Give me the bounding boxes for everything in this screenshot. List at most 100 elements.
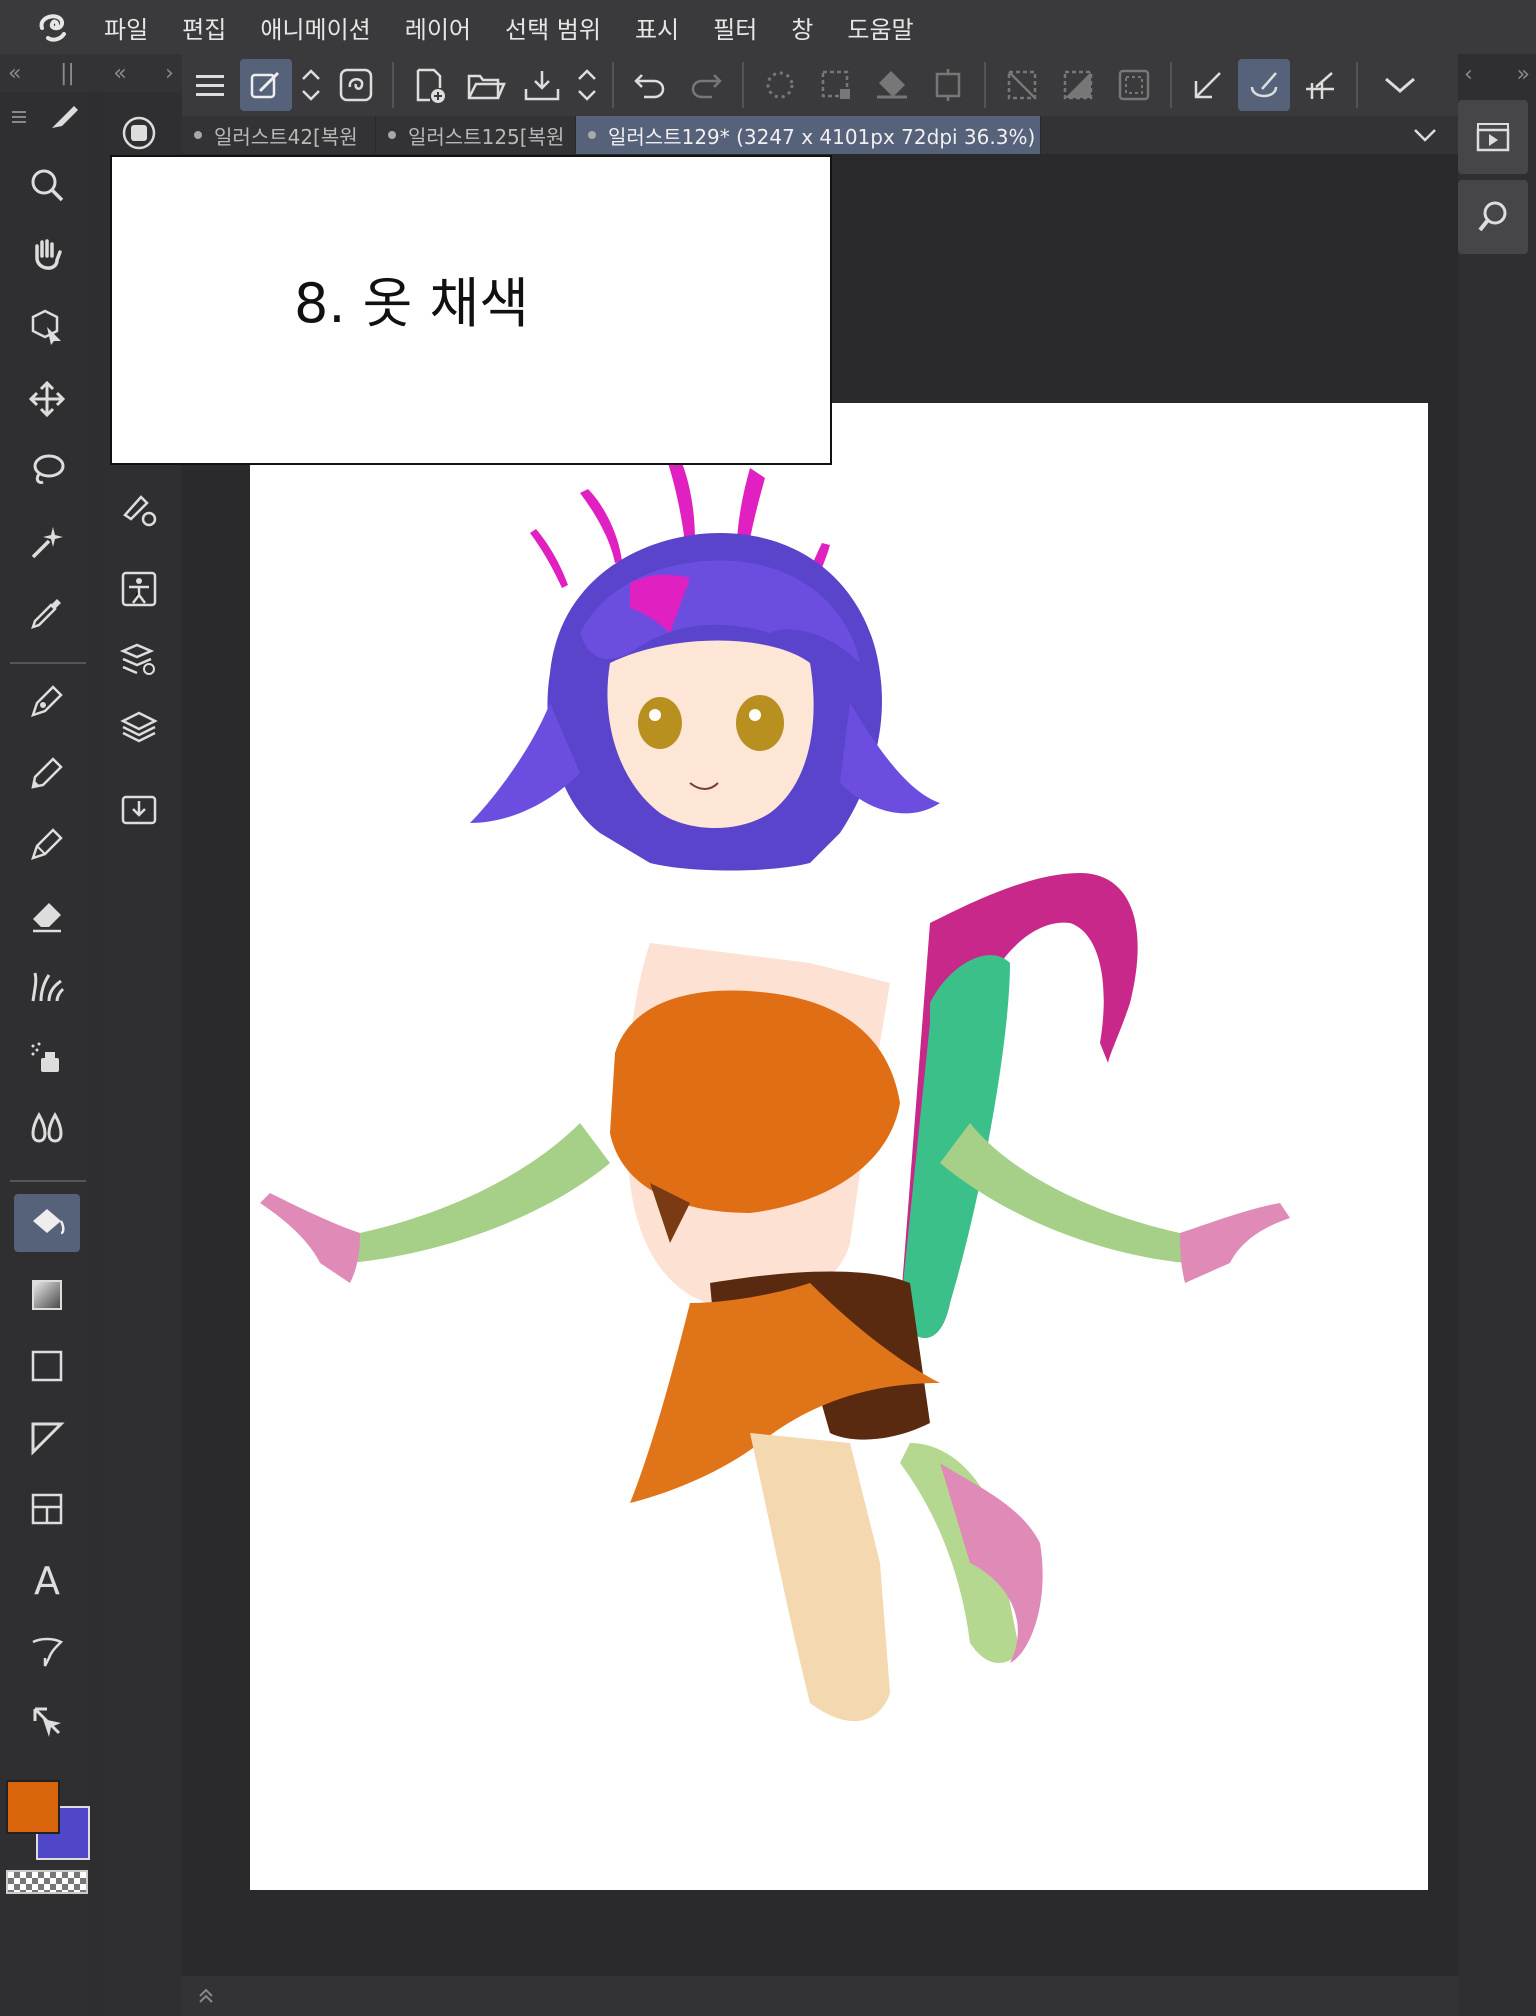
text-icon: A	[34, 1560, 60, 1600]
save-icon[interactable]	[516, 59, 568, 111]
navigator-icon	[122, 116, 156, 150]
tab-dot-icon	[194, 131, 202, 139]
text-tool[interactable]: A	[14, 1551, 80, 1609]
expand-icon[interactable]: ›	[165, 61, 174, 86]
expand-right-icon[interactable]: »	[1517, 62, 1530, 87]
clip-studio-icon[interactable]	[330, 59, 382, 111]
tab-dot-icon	[588, 131, 596, 139]
up-down-icon[interactable]	[296, 59, 326, 111]
move-layer-tool[interactable]	[14, 370, 80, 428]
material-button[interactable]	[110, 780, 168, 838]
chevron-left-icon[interactable]: ‹	[1464, 62, 1473, 87]
balloon-icon	[32, 1637, 64, 1667]
blend-icon	[31, 1111, 63, 1143]
menu-icon[interactable]	[10, 108, 30, 126]
fill-icon	[33, 1209, 65, 1235]
navigator-button[interactable]	[110, 104, 168, 162]
layer-search-button[interactable]	[110, 630, 168, 688]
open-icon[interactable]	[460, 59, 512, 111]
operation-tool[interactable]	[14, 298, 80, 356]
collapse-left-icon[interactable]: «	[8, 61, 21, 86]
canvas-paper[interactable]	[250, 403, 1428, 1890]
pen-tool[interactable]	[14, 672, 80, 730]
menu-selection[interactable]: 선택 범위	[505, 10, 601, 45]
undo-icon[interactable]	[624, 59, 676, 111]
gradient-icon	[32, 1280, 62, 1310]
navigator-panel-icon[interactable]	[1458, 180, 1528, 254]
blend-tool[interactable]	[14, 1100, 80, 1158]
eyedropper-tool[interactable]	[14, 584, 80, 642]
auto-select-tool[interactable]	[14, 512, 80, 570]
tab-list-chevron-icon[interactable]	[1412, 127, 1438, 143]
right-panel	[1458, 54, 1536, 2016]
fill-icon[interactable]	[866, 59, 918, 111]
caption-text: 8. 옷 채색	[294, 272, 529, 335]
timeline-icon[interactable]	[1458, 100, 1528, 174]
pen-icon	[31, 685, 63, 717]
tool-divider	[10, 1180, 86, 1182]
menu-help[interactable]: 도움말	[847, 10, 913, 45]
correct-line-tool[interactable]	[14, 1694, 80, 1752]
ruler-snap-icon[interactable]	[1182, 59, 1234, 111]
command-bar	[182, 54, 1458, 116]
figure-tool[interactable]	[14, 1337, 80, 1395]
eraser-tool[interactable]	[14, 886, 80, 944]
bottom-bar	[182, 1976, 1458, 2016]
caption-box: 8. 옷 채색	[110, 155, 832, 465]
decoration-tool[interactable]	[14, 958, 80, 1016]
grid-snap-icon[interactable]	[1294, 59, 1346, 111]
right-panel-header: ‹ »	[1458, 54, 1536, 94]
fill-tool[interactable]	[14, 1194, 80, 1252]
companion-icon[interactable]	[240, 59, 292, 111]
menu-layer[interactable]: 레이어	[405, 10, 471, 45]
up-down-icon[interactable]	[572, 59, 602, 111]
menu-view[interactable]: 표시	[635, 10, 679, 45]
new-file-icon[interactable]	[404, 59, 456, 111]
brush-tool[interactable]	[14, 815, 80, 873]
special-ruler-snap-icon[interactable]	[1238, 59, 1290, 111]
sub-tool-icon	[123, 495, 157, 527]
tab-illust125[interactable]: 일러스트125[복원	[376, 116, 576, 154]
lasso-tool[interactable]	[14, 441, 80, 499]
tool-divider	[10, 662, 86, 664]
eraser-icon	[33, 903, 61, 933]
menu-filter[interactable]: 필터	[713, 10, 757, 45]
invert-selection-icon[interactable]	[1052, 59, 1104, 111]
clear-selection-icon[interactable]	[996, 59, 1048, 111]
transparent-color-swatch[interactable]	[6, 1870, 88, 1894]
clip-studio-window: 파일 편집 애니메이션 레이어 선택 범위 표시 필터 창 도움말 « || «…	[0, 0, 1536, 2016]
hand-icon	[35, 239, 62, 270]
menu-window[interactable]: 창	[791, 10, 813, 45]
layer-button[interactable]	[110, 698, 168, 756]
main-color-swatch[interactable]	[6, 1780, 60, 1834]
pen-icon[interactable]	[48, 102, 82, 132]
redo-icon[interactable]	[680, 59, 732, 111]
frame-border-tool[interactable]	[14, 1480, 80, 1538]
selection-icon[interactable]	[810, 59, 862, 111]
airbrush-tool[interactable]	[14, 1029, 80, 1087]
balloon-tool[interactable]	[14, 1623, 80, 1681]
menu-file[interactable]: 파일	[104, 10, 148, 45]
menu-icon[interactable]	[184, 59, 236, 111]
more-icon[interactable]	[1374, 59, 1426, 111]
pencil-tool[interactable]	[14, 744, 80, 802]
illustration	[260, 443, 1290, 1722]
zoom-tool[interactable]	[14, 156, 80, 214]
collapse-sub-icon[interactable]: «	[113, 61, 126, 86]
decoration-icon	[31, 972, 65, 1002]
transform-icon[interactable]	[922, 59, 974, 111]
sub-tool-button[interactable]	[110, 480, 168, 538]
hand-tool[interactable]	[14, 227, 80, 285]
layer-property-button[interactable]	[110, 560, 168, 618]
airbrush-icon	[31, 1042, 59, 1072]
ruler-tool[interactable]	[14, 1409, 80, 1467]
show-selection-icon[interactable]	[1108, 59, 1160, 111]
app-logo[interactable]	[0, 0, 104, 54]
menu-animation[interactable]: 애니메이션	[260, 10, 370, 45]
menu-edit[interactable]: 편집	[182, 10, 226, 45]
tab-illust129[interactable]: 일러스트129* (3247 x 4101px 72dpi 36.3%)	[576, 116, 1041, 154]
grip-icon[interactable]: ||	[60, 61, 75, 86]
expand-up-icon[interactable]	[196, 1986, 216, 2006]
tab-illust42[interactable]: 일러스트42[복원	[182, 116, 376, 154]
gradient-tool[interactable]	[14, 1266, 80, 1324]
